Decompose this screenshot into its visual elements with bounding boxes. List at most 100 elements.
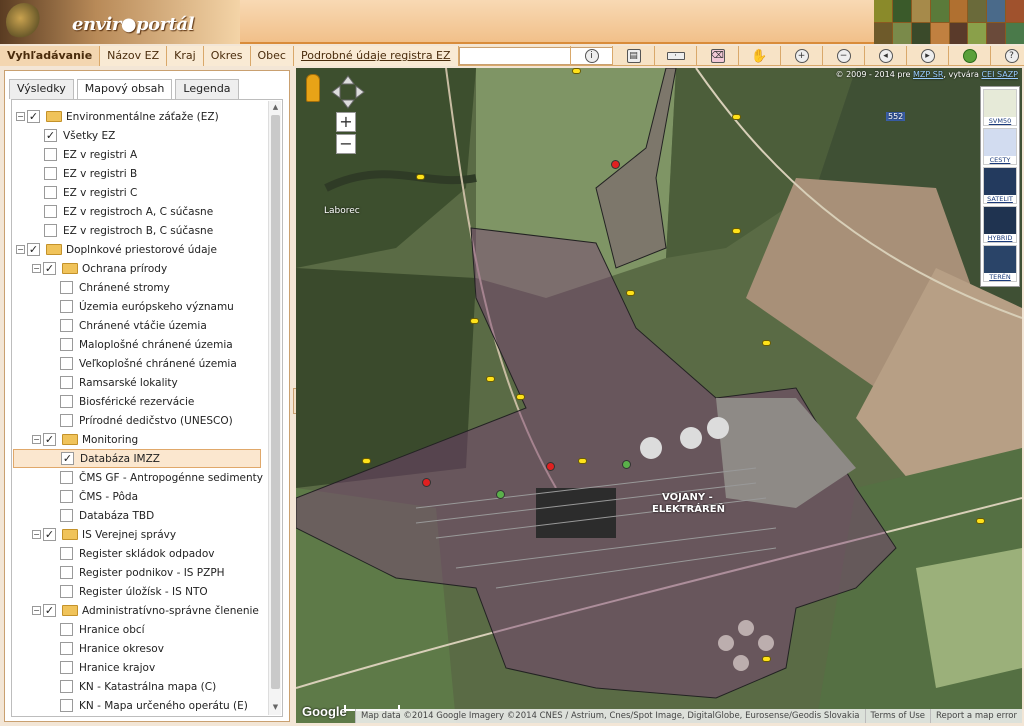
zoom-in-tool[interactable]: +	[780, 46, 822, 66]
checkbox[interactable]: ✓	[43, 262, 56, 275]
tree-item[interactable]: Databáza TBD	[16, 506, 268, 525]
tree-item[interactable]: EZ v registroch A, C súčasne	[16, 202, 268, 221]
eraser-tool[interactable]: ⌫	[696, 46, 738, 66]
tab-legend[interactable]: Legenda	[175, 79, 239, 99]
nav-tab-register-details[interactable]: Podrobné údaje registra EZ	[293, 46, 459, 66]
checkbox[interactable]	[60, 661, 73, 674]
checkbox[interactable]: ✓	[27, 243, 40, 256]
map-point-yellow[interactable]	[762, 656, 771, 662]
collapse-toggle-icon[interactable]: −	[16, 112, 25, 121]
map-marker-red[interactable]	[611, 160, 620, 169]
layer-cesty[interactable]: CESTY	[983, 128, 1017, 165]
checkbox[interactable]: ✓	[27, 110, 40, 123]
help-tool[interactable]: ?	[990, 46, 1024, 66]
collapse-toggle-icon[interactable]: −	[32, 530, 41, 539]
map-point-yellow[interactable]	[626, 290, 635, 296]
nav-tab-municipality[interactable]: Obec	[250, 46, 294, 66]
scroll-up-icon[interactable]: ▲	[271, 103, 280, 113]
map-marker-red[interactable]	[422, 478, 431, 487]
checkbox[interactable]	[60, 699, 73, 712]
tree-item[interactable]: ✓ Všetky EZ	[16, 126, 268, 145]
tree-item[interactable]: Veľkoplošné chránené územia	[16, 354, 268, 373]
checkbox[interactable]	[60, 395, 73, 408]
checkbox[interactable]	[60, 509, 73, 522]
scroll-down-icon[interactable]: ▼	[271, 703, 280, 713]
info-tool[interactable]: i	[570, 46, 612, 66]
tree-scrollbar[interactable]: ▲ ▼	[268, 101, 281, 715]
checkbox[interactable]	[44, 167, 57, 180]
tree-item[interactable]: Chránené vtáčie územia	[16, 316, 268, 335]
tab-results[interactable]: Výsledky	[9, 79, 74, 99]
checkbox[interactable]	[60, 680, 73, 693]
collapse-toggle-icon[interactable]: −	[32, 435, 41, 444]
tree-group-public-admin[interactable]: − ✓ IS Verejnej správy	[16, 525, 268, 544]
tree-item[interactable]: ČMS - Pôda	[16, 487, 268, 506]
checkbox[interactable]	[60, 490, 73, 503]
zoom-out-tool[interactable]: −	[822, 46, 864, 66]
tree-item[interactable]: Chránené stromy	[16, 278, 268, 297]
tree-item-selected[interactable]: ✓ Databáza IMZZ	[13, 449, 261, 468]
tree-group-monitoring[interactable]: − ✓ Monitoring	[16, 430, 268, 449]
checkbox[interactable]	[60, 357, 73, 370]
map-point-yellow[interactable]	[416, 174, 425, 180]
checkbox[interactable]	[44, 186, 57, 199]
map-point-yellow[interactable]	[362, 458, 371, 464]
map-zoom-out-button[interactable]: −	[336, 134, 356, 154]
map-view[interactable]: + − © 2009 - 2014 pre MZP SR, vytvára CE…	[296, 68, 1022, 723]
checkbox[interactable]	[44, 224, 57, 237]
nav-tab-region[interactable]: Kraj	[167, 46, 204, 66]
tree-item[interactable]: KN - Katastrálna mapa (C)	[16, 677, 268, 696]
map-point-yellow[interactable]	[572, 68, 581, 74]
tree-item[interactable]: EZ v registroch B, C súčasne	[16, 221, 268, 240]
layer-hybrid[interactable]: HYBRID	[983, 206, 1017, 243]
checkbox[interactable]	[60, 338, 73, 351]
checkbox[interactable]	[60, 376, 73, 389]
tree-item[interactable]: KN - Mapa určeného operátu (E)	[16, 696, 268, 715]
tree-item[interactable]: Hranice krajov	[16, 658, 268, 677]
checkbox[interactable]	[60, 300, 73, 313]
pan-tool[interactable]: ✋	[738, 46, 780, 66]
checkbox[interactable]: ✓	[61, 452, 74, 465]
nav-tab-search[interactable]: Vyhľadávanie	[0, 46, 101, 66]
zoom-prev-tool[interactable]: ◂	[864, 46, 906, 66]
tree-item[interactable]: Register podnikov - IS PZPH	[16, 563, 268, 582]
scrollbar-thumb[interactable]	[271, 115, 280, 689]
collapse-toggle-icon[interactable]: −	[32, 606, 41, 615]
checkbox[interactable]	[60, 319, 73, 332]
checkbox[interactable]	[60, 471, 73, 484]
checkbox[interactable]	[44, 148, 57, 161]
checkbox[interactable]	[60, 623, 73, 636]
tree-item[interactable]: Hranice obcí	[16, 620, 268, 639]
tree-item[interactable]: Register skládok odpadov	[16, 544, 268, 563]
checkbox[interactable]	[44, 205, 57, 218]
zoom-next-tool[interactable]: ▸	[906, 46, 948, 66]
tree-item[interactable]: ČMS GF - Antropogénne sedimenty	[16, 468, 268, 487]
map-point-yellow[interactable]	[470, 318, 479, 324]
map-point-yellow[interactable]	[762, 340, 771, 346]
checkbox[interactable]	[60, 585, 73, 598]
report-map-error-link[interactable]: Report a map error	[930, 709, 1022, 723]
map-point-yellow[interactable]	[732, 114, 741, 120]
checkbox[interactable]: ✓	[43, 604, 56, 617]
tree-item[interactable]: EZ v registri B	[16, 164, 268, 183]
layer-satelit[interactable]: SATELIT	[983, 167, 1017, 204]
checkbox[interactable]	[60, 566, 73, 579]
street-view-pegman-icon[interactable]	[306, 74, 320, 102]
checkbox[interactable]	[60, 414, 73, 427]
tree-item[interactable]: Maloplošné chránené územia	[16, 335, 268, 354]
tree-group-supplementary[interactable]: − ✓ Doplnkové priestorové údaje	[16, 240, 268, 259]
measure-tool[interactable]: ·	[654, 46, 696, 66]
enviroportal-logo[interactable]: envir●portál	[0, 0, 240, 44]
layer-svm50[interactable]: SVM50	[983, 89, 1017, 126]
checkbox[interactable]	[60, 281, 73, 294]
map-point-yellow[interactable]	[486, 376, 495, 382]
checkbox[interactable]	[60, 642, 73, 655]
tree-item[interactable]: Register úložísk - IS NTO	[16, 582, 268, 601]
copyright-link-mzp[interactable]: MZP SR	[913, 70, 943, 79]
layer-teren[interactable]: TERÉN	[983, 245, 1017, 282]
tree-group-admin-division[interactable]: − ✓ Administratívno-správne členenie	[16, 601, 268, 620]
terms-of-use-link[interactable]: Terms of Use	[864, 709, 931, 723]
tree-item[interactable]: EZ v registri A	[16, 145, 268, 164]
tree-item[interactable]: Biosférické rezervácie	[16, 392, 268, 411]
pan-control[interactable]	[330, 74, 366, 110]
